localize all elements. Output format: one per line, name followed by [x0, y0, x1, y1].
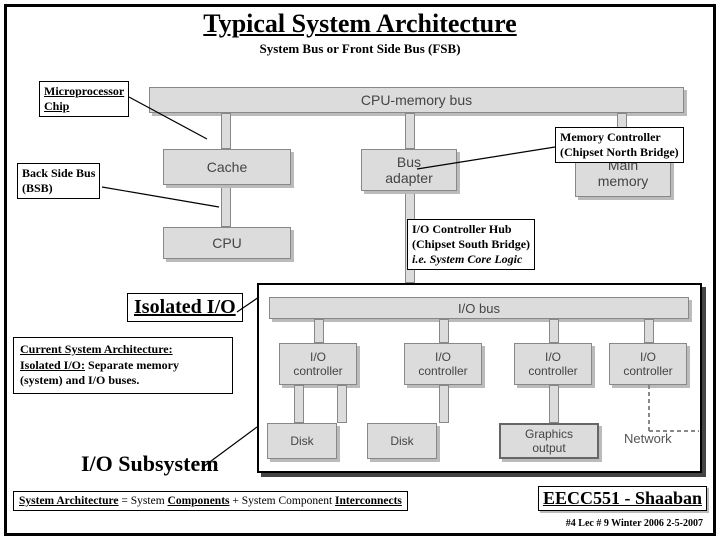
memory-controller-label: Memory Controller (Chipset North Bridge)	[555, 127, 684, 163]
bus-adapter-block: Bus adapter	[361, 149, 457, 191]
connector	[439, 385, 449, 423]
current-architecture-callout: Current System Architecture: Isolated I/…	[13, 337, 233, 394]
slide-frame: Typical System Architecture System Bus o…	[4, 4, 716, 536]
io-controller-block: I/O controller	[609, 343, 687, 385]
connector	[294, 385, 304, 423]
connector	[644, 319, 654, 343]
io-controller-block: I/O controller	[514, 343, 592, 385]
io-controller-block: I/O controller	[404, 343, 482, 385]
callout-l2b: Separate memory	[85, 358, 179, 372]
eq-inter: Interconnects	[335, 495, 402, 507]
course-label: EECC551 - Shaaban	[538, 486, 707, 511]
cpu-block: CPU	[163, 227, 291, 259]
eq-pre: System Architecture	[19, 495, 119, 507]
callout-l3: (system) and I/O buses.	[20, 373, 139, 387]
connector	[221, 113, 231, 149]
network-label: Network	[624, 431, 672, 446]
callout-l2a: Isolated I/O:	[20, 358, 85, 372]
connector	[405, 113, 415, 149]
io-subsystem-label: I/O Subsystem	[81, 451, 219, 477]
connector	[314, 319, 324, 343]
eq-plus: + System Component	[230, 495, 336, 507]
io-controller-block: I/O controller	[279, 343, 357, 385]
slide-footer: #4 Lec # 9 Winter 2006 2-5-2007	[566, 518, 703, 529]
disk-block: Disk	[367, 423, 437, 459]
page-title: Typical System Architecture	[7, 9, 713, 39]
connector	[221, 185, 231, 227]
disk-block: Disk	[267, 423, 337, 459]
io-controller-hub-label: I/O Controller Hub (Chipset South Bridge…	[407, 219, 535, 270]
hub-line3: i.e. System Core Logic	[412, 252, 522, 266]
isolated-io-label: Isolated I/O	[127, 293, 243, 322]
io-bus: I/O bus	[269, 297, 689, 319]
eq-comp: Components	[168, 495, 230, 507]
callout-l1: Current System Architecture:	[20, 342, 173, 356]
cache-block: Cache	[163, 149, 291, 185]
connector	[549, 385, 559, 423]
hub-line1: I/O Controller Hub	[412, 222, 512, 236]
page-subtitle: System Bus or Front Side Bus (FSB)	[7, 41, 713, 57]
io-subsystem-box: I/O bus I/O controller I/O controller I/…	[257, 283, 702, 473]
connector	[337, 385, 347, 423]
microprocessor-chip-label: Microprocessor Chip	[39, 81, 129, 117]
eq-mid: = System	[119, 495, 168, 507]
system-architecture-equation: System Architecture = System Components …	[13, 491, 408, 511]
back-side-bus-label: Back Side Bus (BSB)	[17, 163, 100, 199]
graphics-block: Graphics output	[499, 423, 599, 459]
hub-line2: (Chipset South Bridge)	[412, 237, 530, 251]
connector	[439, 319, 449, 343]
connector	[549, 319, 559, 343]
cpu-memory-bus: CPU-memory bus	[149, 87, 684, 113]
